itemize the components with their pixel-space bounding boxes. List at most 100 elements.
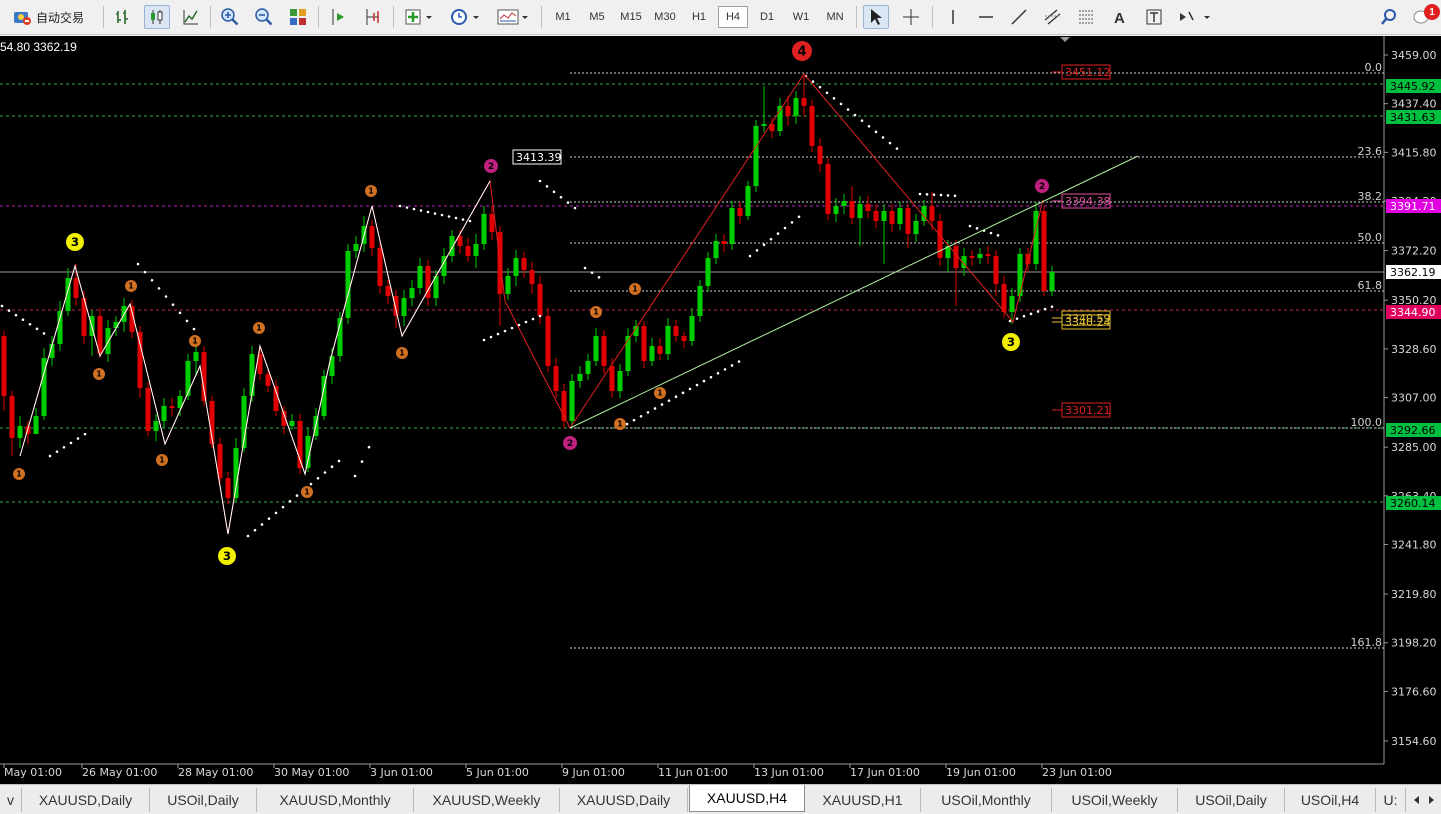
sar-dot-16	[157, 287, 161, 290]
candle-body-47	[377, 248, 383, 286]
candle-body-82	[657, 346, 663, 354]
wave-1-1: 1	[96, 370, 101, 379]
tab-usoil-daily-2[interactable]: USOil,Daily	[1178, 788, 1285, 812]
price-badge-0: 3445.92	[1390, 80, 1436, 93]
tab-partial-left[interactable]: v	[0, 788, 22, 812]
tab-xauusd-monthly[interactable]: XAUUSD,Monthly	[257, 788, 414, 812]
fib-label-0: 0.0	[1365, 61, 1383, 74]
sar-dot-38	[367, 445, 371, 449]
zoom-in-button[interactable]	[217, 5, 243, 29]
text-label-button[interactable]	[1141, 5, 1167, 29]
sar-dot-117	[989, 231, 993, 235]
timeframe-h4[interactable]: H4	[718, 6, 748, 28]
chart-shift-button[interactable]	[360, 5, 386, 29]
tab-usoil-h4[interactable]: USOil,H4	[1285, 788, 1376, 812]
sar-dot-65	[583, 266, 587, 270]
timeframe-m1[interactable]: M1	[548, 6, 578, 28]
timeframe-m15[interactable]: M15	[616, 6, 646, 28]
sar-dot-49	[468, 219, 472, 223]
fibonacci-button[interactable]	[1073, 5, 1099, 29]
candle-body-88	[705, 258, 711, 286]
zigzag-white-line	[19, 180, 491, 535]
wave-1-5: 1	[256, 324, 261, 333]
text-tool-button[interactable]: A	[1107, 5, 1133, 29]
indicators-button[interactable]	[401, 5, 437, 29]
tab-usoil-monthly[interactable]: USOil,Monthly	[921, 788, 1052, 812]
templates-button[interactable]	[493, 5, 533, 29]
candle-body-112	[897, 208, 903, 224]
time-label-6: 9 Jun 01:00	[562, 766, 625, 779]
candle-body-66	[529, 270, 535, 284]
candle-body-71	[569, 381, 575, 421]
timeframe-d1[interactable]: D1	[752, 6, 782, 28]
price-label-7: 3307.00	[1391, 392, 1437, 405]
price-label-6: 3328.60	[1391, 343, 1437, 356]
tab-usoil-daily[interactable]: USOil,Daily	[150, 788, 257, 812]
sar-dot-89	[769, 237, 773, 241]
price-chart[interactable]: 0.0 23.6 38.2 50.0 61.8 100.0 161.8 3459.00 3437…	[0, 36, 1441, 784]
auto-trading-button[interactable]: 自动交易	[4, 5, 92, 29]
sar-dot-11	[76, 437, 80, 440]
sar-dot-114	[968, 224, 972, 228]
trendline-button[interactable]	[1006, 5, 1032, 29]
bar-chart-button[interactable]	[110, 5, 136, 29]
sar-dot-24	[260, 523, 264, 526]
timeframe-mn[interactable]: MN	[820, 6, 850, 28]
crosshair-button[interactable]	[898, 5, 924, 29]
wave-1-6: 1	[304, 488, 309, 497]
wave-1-8: 1	[399, 349, 404, 358]
equidistant-channel-button[interactable]	[1039, 5, 1065, 29]
sar-dot-54	[510, 326, 514, 330]
sar-dot-57	[531, 317, 535, 321]
price-badge-2: 3391.71	[1390, 200, 1436, 213]
tab-partial-right[interactable]: U:	[1376, 788, 1406, 812]
search-button[interactable]	[1376, 5, 1402, 29]
tab-usoil-weekly[interactable]: USOil,Weekly	[1052, 788, 1178, 812]
candle-body-123	[985, 254, 991, 256]
horizontal-line-button[interactable]	[973, 5, 999, 29]
time-label-9: 17 Jun 01:00	[850, 766, 920, 779]
candle-body-49	[393, 296, 399, 316]
tab-xauusd-daily-2[interactable]: XAUUSD,Daily	[560, 788, 688, 812]
timeframe-w1[interactable]: W1	[786, 6, 816, 28]
periodicity-button[interactable]	[446, 5, 484, 29]
sar-dot-72	[646, 411, 650, 414]
candle-body-69	[553, 366, 559, 391]
timeframe-h1[interactable]: H1	[684, 6, 714, 28]
sar-dot-15	[150, 278, 154, 282]
candle-body-50	[401, 298, 407, 316]
sar-dot-27	[281, 505, 285, 509]
candlestick-chart-button[interactable]	[144, 5, 170, 29]
auto-scroll-button[interactable]	[326, 5, 352, 29]
tab-xauusd-daily[interactable]: XAUUSD,Daily	[22, 788, 150, 812]
sar-dot-25	[267, 517, 271, 520]
wave-3-1: 3	[223, 549, 231, 563]
candle-body-105	[841, 201, 847, 206]
cursor-button[interactable]	[863, 5, 889, 29]
price-badge-5: 3292.66	[1390, 424, 1436, 437]
sar-dot-84	[730, 364, 734, 367]
tab-xauusd-h4[interactable]: XAUUSD,H4	[689, 785, 805, 812]
auto-trading-icon	[13, 12, 31, 25]
candle-body-31	[249, 354, 255, 396]
timeframe-m5[interactable]: M5	[582, 6, 612, 28]
candle-body-52	[417, 266, 423, 288]
tab-xauusd-h1[interactable]: XAUUSD,H1	[805, 788, 921, 812]
indicators-icon	[405, 9, 432, 25]
sar-dot-43	[426, 210, 430, 214]
line-chart-button[interactable]	[178, 5, 204, 29]
arrows-button[interactable]	[1175, 5, 1215, 29]
candle-body-83	[665, 326, 671, 354]
sar-dot-56	[524, 320, 528, 324]
tab-scroll-arrows[interactable]	[1406, 788, 1441, 812]
zoom-out-button[interactable]	[251, 5, 277, 29]
candle-body-121	[969, 256, 975, 258]
vertical-line-button[interactable]	[940, 5, 966, 29]
candle-body-124	[993, 256, 999, 284]
price-label-12: 3198.20	[1391, 637, 1437, 650]
timeframe-m30[interactable]: M30	[650, 6, 680, 28]
tab-xauusd-weekly[interactable]: XAUUSD,Weekly	[414, 788, 560, 812]
tile-windows-button[interactable]	[285, 5, 311, 29]
fib-label-3: 50.0	[1358, 231, 1383, 244]
sar-dot-77	[681, 391, 685, 395]
